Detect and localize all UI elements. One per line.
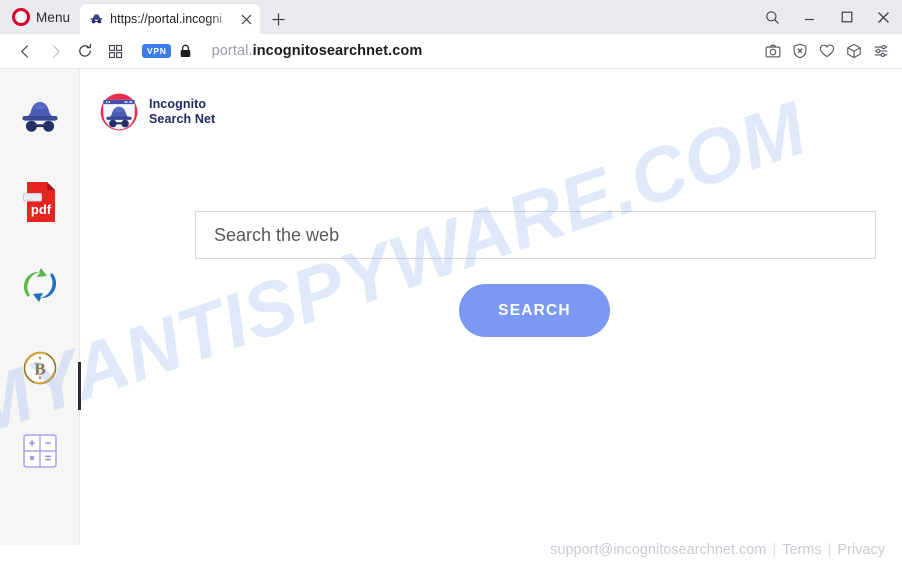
sidebar-item-bitcoin[interactable]: B xyxy=(0,340,80,396)
site-logo[interactable]: Incognito Search Net xyxy=(98,91,215,133)
opera-logo-icon xyxy=(12,8,30,26)
search-button[interactable]: SEARCH xyxy=(459,284,610,337)
search-input[interactable]: Search the web xyxy=(195,211,876,259)
snapshot-camera-icon[interactable] xyxy=(759,37,786,65)
sidebar-item-pdf[interactable]: pdf xyxy=(0,174,80,230)
privacy-link[interactable]: Privacy xyxy=(837,542,885,558)
tab-title: https://portal.incogni xyxy=(110,12,223,26)
svg-text:pdf: pdf xyxy=(31,202,52,217)
support-email-link[interactable]: support@incognitosearchnet.com xyxy=(550,542,766,558)
url-domain: incognitosearchnet.com xyxy=(252,43,423,59)
opera-sidebar: pdf B xyxy=(0,69,106,545)
sidebar-item-converter[interactable] xyxy=(0,257,80,313)
footer-separator-2: | xyxy=(827,542,832,558)
heart-icon[interactable] xyxy=(813,37,840,65)
website-content: Incognito Search Net Search the web SEAR… xyxy=(81,69,902,565)
footer-separator-1: | xyxy=(772,542,777,558)
window-controls xyxy=(754,0,902,34)
logo-line-2: Search Net xyxy=(149,112,216,126)
incognito-hat-favicon xyxy=(90,13,103,23)
cube-icon[interactable] xyxy=(840,37,867,65)
search-icon[interactable] xyxy=(754,0,791,34)
bitcoin-coin-icon: B xyxy=(23,351,57,385)
plus-icon[interactable] xyxy=(264,4,292,34)
url-subdomain: portal. xyxy=(211,43,253,59)
search-input-placeholder: Search the web xyxy=(214,224,340,245)
site-footer: support@incognitosearchnet.com | Terms |… xyxy=(550,542,885,558)
address-bar: VPN portal.incognitosearchnet.com xyxy=(0,34,902,69)
logo-line-1: Incognito xyxy=(149,97,207,112)
address-bar-right-icons xyxy=(759,37,894,65)
back-arrow-icon[interactable] xyxy=(10,37,40,65)
svg-text:B: B xyxy=(34,360,45,379)
ad-blocker-shield-icon[interactable] xyxy=(786,37,813,65)
vpn-badge[interactable]: VPN xyxy=(142,44,171,58)
easy-setup-sliders-icon[interactable] xyxy=(867,37,894,65)
incognito-hat-icon xyxy=(22,102,58,132)
tab-strip: Menu https://portal.incogni xyxy=(0,0,902,34)
page-viewport: pdf B Incognito Search Net Search the we… xyxy=(0,69,902,565)
browser-tab[interactable]: https://portal.incogni xyxy=(80,4,261,34)
minimize-icon[interactable] xyxy=(791,0,828,34)
browser-window: Menu https://portal.incogni VPN portal.i… xyxy=(0,0,902,565)
sidebar-item-calculator[interactable] xyxy=(0,423,80,479)
site-logo-text: Incognito Search Net xyxy=(149,97,215,127)
padlock-icon[interactable] xyxy=(179,44,192,58)
forward-arrow-icon[interactable] xyxy=(40,37,70,65)
incognito-search-net-logo-icon xyxy=(100,93,138,131)
close-icon[interactable] xyxy=(236,9,256,29)
sidebar-item-incognito-hat[interactable] xyxy=(0,91,80,147)
opera-menu-label: Menu xyxy=(36,9,71,25)
pdf-file-icon: pdf xyxy=(23,182,55,222)
opera-menu-button[interactable]: Menu xyxy=(6,0,80,34)
close-window-icon[interactable] xyxy=(865,0,902,34)
reload-icon[interactable] xyxy=(70,37,100,65)
calculator-icon xyxy=(23,434,57,468)
search-field-wrapper: Search the web xyxy=(195,211,876,259)
maximize-icon[interactable] xyxy=(828,0,865,34)
green-blue-swap-arrows-icon xyxy=(23,268,57,302)
tab-grid-icon[interactable] xyxy=(100,37,130,65)
terms-link[interactable]: Terms xyxy=(782,542,821,558)
url-text[interactable]: portal.incognitosearchnet.com xyxy=(212,43,423,59)
